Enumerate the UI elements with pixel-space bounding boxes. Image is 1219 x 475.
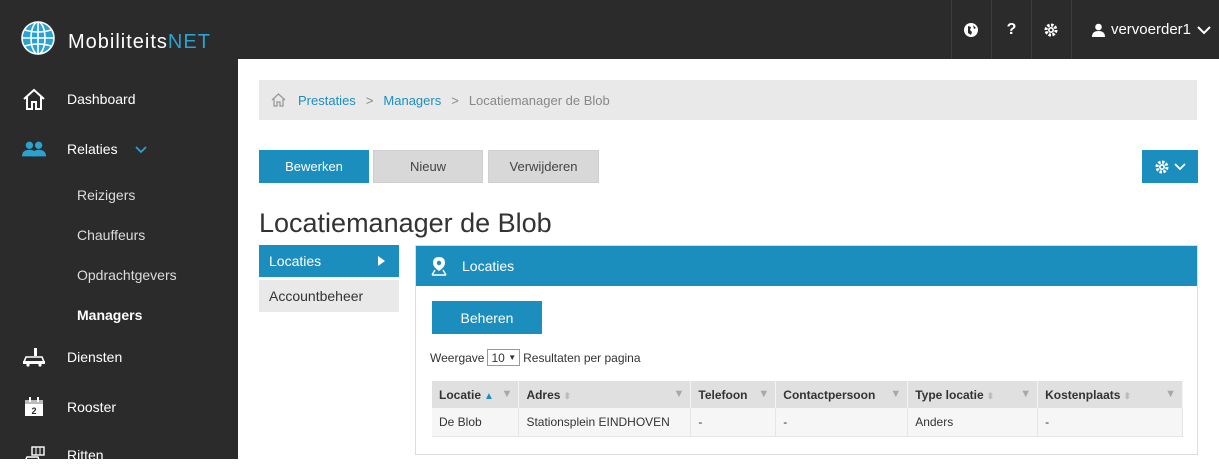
gear-icon xyxy=(1155,160,1169,173)
sort-icon: ⬍ xyxy=(563,390,571,401)
breadcrumb-separator: > xyxy=(365,92,374,108)
top-icons: ? vervoerder1 xyxy=(950,0,1219,59)
cell-contactpersoon: - xyxy=(775,408,909,437)
breadcrumb-current: Locatiemanager de Blob xyxy=(468,92,610,108)
breadcrumb: Prestaties > Managers > Locatiemanager d… xyxy=(259,80,1197,120)
locaties-panel: Locaties Beheren Weergave 10 ▼ Resultate… xyxy=(415,245,1198,455)
column-header-contactpersoon[interactable]: Contactpersoon ▼ xyxy=(775,381,909,408)
sidebar-item-ritten[interactable]: Ritten xyxy=(0,435,238,475)
breadcrumb-link-managers[interactable]: Managers xyxy=(383,93,441,108)
filter-icon[interactable]: ▼ xyxy=(673,388,684,400)
svg-text:2: 2 xyxy=(31,406,36,416)
sort-icon: ⬍ xyxy=(1123,390,1131,401)
column-header-telefoon[interactable]: Telefoon ▼ xyxy=(690,381,777,408)
breadcrumb-separator: > xyxy=(451,92,459,108)
calendar-icon: 2 xyxy=(22,395,46,419)
user-name: vervoerder1 xyxy=(1110,21,1191,38)
page-size-control: Weergave 10 ▼ Resultaten per pagina xyxy=(430,349,641,366)
settings-gear-icon[interactable] xyxy=(1030,0,1071,59)
filter-icon[interactable]: ▼ xyxy=(1020,388,1031,400)
panel-header: Locaties xyxy=(416,246,1197,286)
globe-logo-icon xyxy=(21,21,55,55)
cell-locatie[interactable]: De Blob xyxy=(432,408,520,437)
chevron-down-icon xyxy=(1174,162,1186,170)
panel-title: Locaties xyxy=(462,258,515,274)
brand-name: MobiliteitsNET xyxy=(68,31,211,53)
sidebar-subitem-managers[interactable]: Managers xyxy=(77,307,142,323)
cell-kostenplaats: - xyxy=(1037,408,1183,437)
sidebar: Dashboard Relaties Reizigers Chauffeurs … xyxy=(0,59,238,464)
dropdown-arrow-icon: ▼ xyxy=(508,353,517,362)
locations-table: Locatie ▲ ▼ Adres ⬍ ▼ Telefoon ▼ Contactperso… xyxy=(432,381,1183,437)
people-icon xyxy=(22,137,46,161)
sidebar-item-diensten[interactable]: Diensten xyxy=(0,337,238,377)
chevron-down-icon xyxy=(132,143,147,157)
sidebar-subitem-reizigers[interactable]: Reizigers xyxy=(77,187,135,203)
sidebar-subitem-opdrachtgevers[interactable]: Opdrachtgevers xyxy=(77,267,177,283)
sidebar-item-relaties[interactable]: Relaties xyxy=(0,129,238,169)
edit-button[interactable]: Bewerken xyxy=(259,150,369,183)
filter-icon[interactable]: ▼ xyxy=(502,388,513,400)
filter-icon[interactable]: ▼ xyxy=(1165,388,1176,400)
breadcrumb-link-prestaties[interactable]: Prestaties xyxy=(298,93,356,108)
road-trip-icon xyxy=(22,443,46,467)
column-header-locatie[interactable]: Locatie ▲ ▼ xyxy=(432,381,520,408)
user-menu[interactable]: vervoerder1 xyxy=(1070,0,1219,59)
cell-type-locatie: Anders xyxy=(907,408,1039,437)
sidebar-subitem-chauffeurs[interactable]: Chauffeurs xyxy=(77,227,145,243)
cell-telefoon: - xyxy=(690,408,777,437)
caret-right-icon xyxy=(378,256,385,266)
table-row[interactable]: De Blob Stationsplein EINDHOVEN - - Ande… xyxy=(432,408,1183,437)
delete-button[interactable]: Verwijderen xyxy=(488,150,599,183)
map-marker-icon xyxy=(431,257,447,276)
settings-menu-button[interactable] xyxy=(1142,150,1198,183)
sidebar-item-label: Relaties xyxy=(67,141,147,157)
filter-icon[interactable]: ▼ xyxy=(890,388,901,400)
home-icon xyxy=(22,87,46,111)
column-header-kostenplaats[interactable]: Kostenplaats ⬍ ▼ xyxy=(1037,381,1183,408)
filter-icon[interactable]: ▼ xyxy=(758,388,769,400)
tab-accountbeheer[interactable]: Accountbeheer xyxy=(259,280,399,312)
page-title: Locatiemanager de Blob xyxy=(259,208,552,238)
language-globe-icon[interactable] xyxy=(950,0,991,59)
car-icon xyxy=(22,345,46,369)
help-icon[interactable]: ? xyxy=(990,0,1031,59)
sidebar-item-rooster[interactable]: 2 Rooster xyxy=(0,387,238,427)
table-header-row: Locatie ▲ ▼ Adres ⬍ ▼ Telefoon ▼ Contactperso… xyxy=(432,381,1183,408)
new-button[interactable]: Nieuw xyxy=(373,150,483,183)
sort-asc-icon: ▲ xyxy=(484,390,494,402)
cell-adres: Stationsplein EINDHOVEN xyxy=(518,408,692,437)
page-size-select[interactable]: 10 ▼ xyxy=(487,349,521,366)
column-header-adres[interactable]: Adres ⬍ ▼ xyxy=(518,381,692,408)
column-header-type-locatie[interactable]: Type locatie ⬍ ▼ xyxy=(907,381,1039,408)
sidebar-item-dashboard[interactable]: Dashboard xyxy=(0,79,238,119)
manage-button[interactable]: Beheren xyxy=(432,301,542,334)
chevron-down-icon xyxy=(1197,25,1211,34)
tab-locaties[interactable]: Locaties xyxy=(259,245,399,277)
sort-icon: ⬍ xyxy=(986,390,995,401)
user-icon xyxy=(1091,23,1105,37)
home-icon[interactable] xyxy=(271,93,286,107)
